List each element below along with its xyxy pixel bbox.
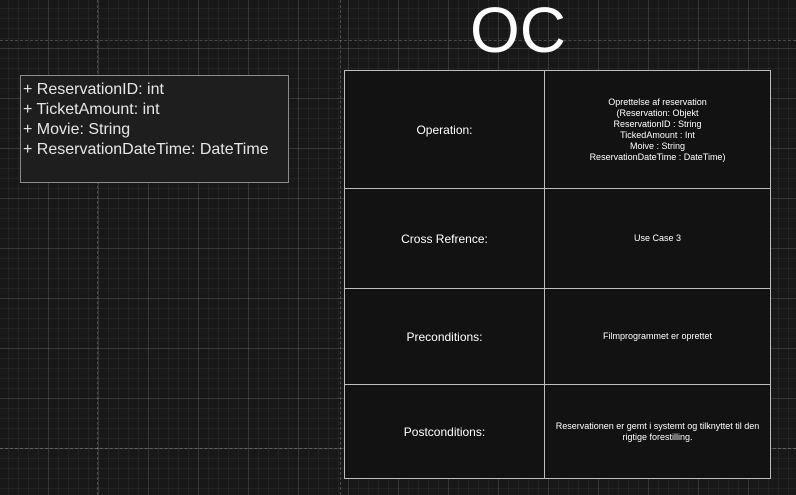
preconditions-label[interactable]: Preconditions:: [344, 288, 545, 385]
operation-contract-table[interactable]: Operation: Oprettelse af reservation (Re…: [344, 70, 771, 479]
cross-reference-label[interactable]: Cross Refrence:: [344, 188, 545, 289]
operation-value-line: TickedAmount : Int: [620, 129, 695, 140]
cross-reference-value[interactable]: Use Case 3: [544, 188, 771, 289]
operation-value-line: Moive : String: [629, 140, 686, 151]
canvas-guide-line: [340, 0, 341, 495]
operation-value-line: (Reservation: Objekt: [616, 107, 699, 118]
class-attribute: + Movie: String: [23, 121, 131, 138]
contract-row-operation: Operation: Oprettelse af reservation (Re…: [344, 70, 771, 189]
contract-row-cross-reference: Cross Refrence: Use Case 3: [344, 188, 771, 289]
class-attribute: + ReservationDateTime: DateTime: [23, 141, 269, 158]
contract-row-postconditions: Postconditions: Reservationen er gemt i …: [344, 384, 771, 479]
contract-row-preconditions: Preconditions: Filmprogrammet er oprette…: [344, 288, 771, 385]
class-attributes-box[interactable]: + ReservationID: int + TicketAmount: int…: [20, 75, 289, 183]
preconditions-value[interactable]: Filmprogrammet er oprettet: [544, 288, 771, 385]
operation-label[interactable]: Operation:: [344, 70, 545, 189]
operation-value-line: Oprettelse af reservation: [608, 96, 707, 107]
operation-value-line: ReservationID : String: [613, 118, 702, 129]
postconditions-label[interactable]: Postconditions:: [344, 384, 545, 479]
class-attribute: + ReservationID: int: [23, 81, 164, 98]
class-attribute: + TicketAmount: int: [23, 101, 160, 118]
operation-value[interactable]: Oprettelse af reservation (Reservation: …: [544, 70, 771, 189]
postconditions-value[interactable]: Reservationen er gemt i systemt og tilkn…: [544, 384, 771, 479]
operation-value-line: ReservationDateTime : DateTime): [589, 151, 726, 162]
diagram-title[interactable]: OC: [436, 0, 600, 62]
canvas-guide-line: [0, 40, 796, 41]
